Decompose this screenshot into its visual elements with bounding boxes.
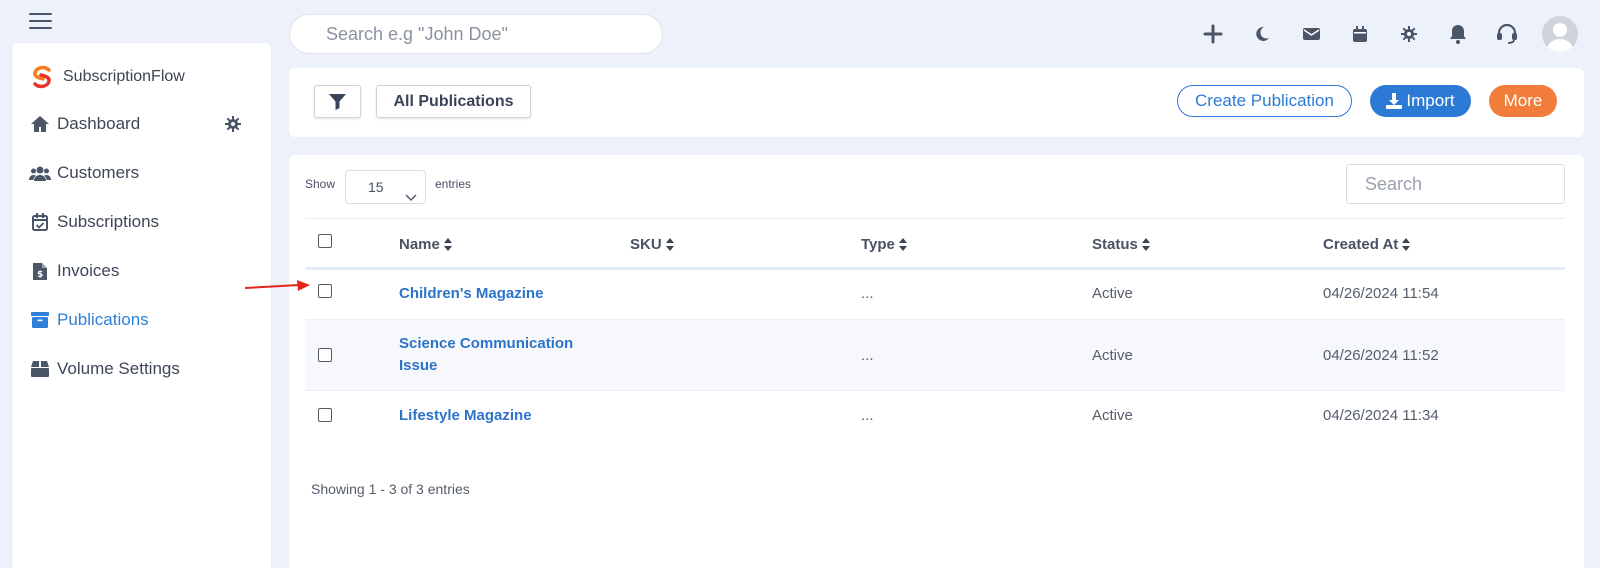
users-icon [29,162,51,184]
entries-label: entries [435,177,472,191]
user-avatar[interactable] [1542,16,1578,52]
import-button[interactable]: Import [1370,85,1471,117]
sort-icon [898,238,907,251]
table-row: Lifestyle Magazine ... Active 04/26/2024… [305,391,1565,441]
sidebar-item-volume-settings[interactable]: Volume Settings [29,355,249,383]
pagination-info: Showing 1 - 3 of 3 entries [311,481,470,497]
table-panel: Show 15 entries Name SKU Type Status [289,155,1584,568]
create-publication-button[interactable]: Create Publication [1177,85,1352,117]
entries-per-page-value: 15 [368,179,384,195]
sort-icon [443,238,452,251]
type-cell: ... [861,347,874,364]
subscriptionflow-logo-icon [33,65,51,89]
created-at-cell: 04/26/2024 11:52 [1323,347,1439,364]
publication-name-link[interactable]: Science Communication Issue [399,333,584,377]
status-cell: Active [1092,347,1133,364]
sidebar-item-subscriptions[interactable]: Subscriptions [29,208,249,236]
entries-per-page-select[interactable]: 15 [345,170,426,204]
invoice-icon: $ [29,260,51,282]
table-search-field[interactable] [1346,164,1565,204]
table-header: Name SKU Type Status Created At [305,218,1565,270]
sidebar-item-label: Volume Settings [57,359,180,378]
sidebar-item-label: Invoices [57,261,120,280]
calendar-check-icon [29,211,51,233]
table-search-input[interactable] [1365,165,1555,203]
created-at-cell: 04/26/2024 11:54 [1323,285,1439,302]
sidebar-item-customers[interactable]: Customers [29,159,249,187]
bell-icon[interactable] [1447,23,1469,45]
dashboard-settings-gear-icon[interactable] [224,115,242,133]
sidebar-item-label: Dashboard [57,114,141,133]
table-row: Children's Magazine ... Active 04/26/202… [305,270,1565,320]
publication-name-link[interactable]: Lifestyle Magazine [399,405,589,427]
sidebar-item-label: Publications [57,310,149,329]
header-actions [1175,14,1578,54]
sidebar: SubscriptionFlow Dashboard Customers Sub… [12,43,271,568]
sidebar-item-publications[interactable]: Publications [29,306,249,334]
import-label: Import [1406,91,1455,110]
sidebar-item-invoices[interactable]: $ Invoices [29,257,249,285]
row-checkbox[interactable] [318,348,332,362]
row-checkbox[interactable] [318,408,332,422]
moon-icon[interactable] [1251,23,1273,45]
table-row: Science Communication Issue ... Active 0… [305,320,1565,391]
created-at-cell: 04/26/2024 11:34 [1323,407,1439,424]
column-header-sku[interactable]: SKU [630,236,674,253]
publication-name-link[interactable]: Children's Magazine [399,283,589,305]
svg-text:$: $ [37,270,43,280]
status-cell: Active [1092,407,1133,424]
row-checkbox[interactable] [318,284,332,298]
sidebar-item-label: Customers [57,163,140,182]
show-label: Show [305,177,336,191]
mail-icon[interactable] [1300,23,1322,45]
type-cell: ... [861,285,874,302]
sidebar-item-dashboard[interactable]: Dashboard [29,110,249,138]
headset-icon[interactable] [1496,23,1518,45]
menu-toggle-icon[interactable] [29,13,52,29]
annotation-arrow-icon [245,280,310,291]
download-icon [1386,93,1403,109]
type-cell: ... [861,407,874,424]
gear-icon[interactable] [1398,23,1420,45]
all-publications-button[interactable]: All Publications [376,85,531,118]
toolbar-panel: All Publications Create Publication Impo… [289,68,1584,137]
status-cell: Active [1092,285,1133,302]
select-all-checkbox[interactable] [318,234,332,248]
brand[interactable]: SubscriptionFlow [30,65,185,89]
publications-table: Name SKU Type Status Created At Children… [305,218,1565,441]
column-header-status[interactable]: Status [1092,236,1150,253]
sort-icon [1141,238,1150,251]
sidebar-item-label: Subscriptions [57,212,160,231]
more-button[interactable]: More [1489,85,1557,117]
column-header-created-at[interactable]: Created At [1323,236,1411,253]
sort-icon [1402,238,1411,251]
home-icon [29,113,51,135]
archive-icon [29,309,51,331]
filter-icon [329,93,346,110]
sort-icon [665,238,674,251]
column-header-name[interactable]: Name [399,236,452,253]
plus-icon[interactable] [1202,23,1224,45]
calendar-icon[interactable] [1349,23,1371,45]
global-search-field[interactable] [289,14,663,54]
global-search-input[interactable] [326,24,646,45]
brand-name: SubscriptionFlow [63,68,185,85]
filter-button[interactable] [314,85,361,118]
column-header-type[interactable]: Type [861,236,907,253]
box-icon [29,358,51,380]
chevron-down-icon [405,181,417,213]
